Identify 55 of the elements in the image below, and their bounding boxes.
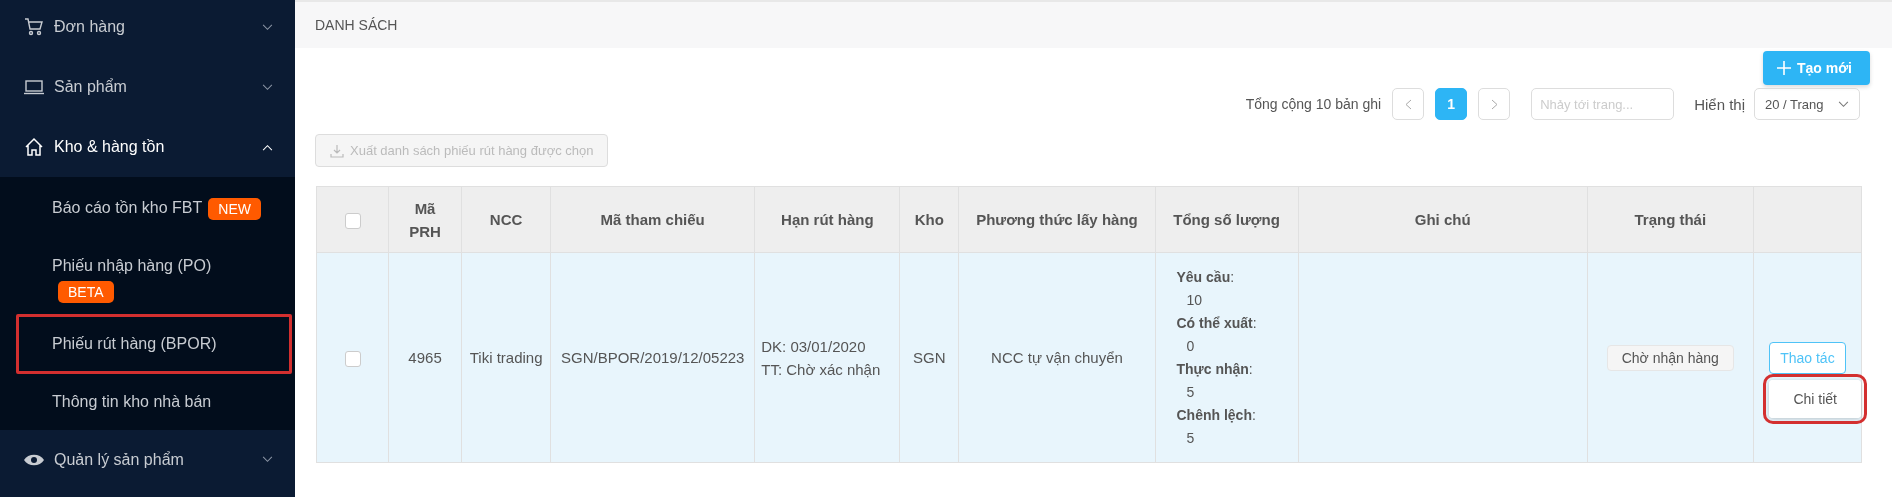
cart-icon [24, 17, 44, 37]
column-header: NCC [461, 186, 551, 253]
page-title: DANH SÁCH [315, 17, 398, 33]
laptop-icon [24, 77, 44, 97]
next-page-button[interactable] [1478, 88, 1511, 120]
table-cell: 4965 [388, 252, 462, 463]
sidebar-subitem[interactable]: Phiếu nhập hàng (PO) BETA [16, 239, 292, 314]
sidebar-subitem[interactable]: Phiếu rút hàng (BPOR) [16, 313, 292, 374]
chevron-left-icon [1404, 98, 1412, 110]
quantity-label: Thực nhận: [1176, 359, 1253, 379]
table-cell: NCC tự vận chuyển [958, 252, 1155, 463]
chevron-down-icon [262, 23, 273, 31]
chevron-down-icon [262, 83, 273, 91]
quantity-label: Có thể xuất: [1176, 313, 1257, 333]
column-header: Ghi chú [1298, 186, 1588, 253]
sidebar-item[interactable]: Kho & hàng tồn [0, 117, 295, 177]
chevron-up-icon [262, 143, 273, 151]
column-header: Hạn rút hàng [754, 186, 900, 253]
badge: BETA [58, 280, 114, 303]
sidebar-item[interactable]: Quản lý sản phẩm [0, 429, 295, 490]
column-header: Mã PRH [388, 186, 462, 253]
table-cell: SGN/BPOR/2019/12/05223 [550, 252, 755, 463]
quantity-label: Yêu cầu: [1176, 267, 1235, 287]
column-header: Phương thức lấy hàng [958, 186, 1155, 253]
checkbox[interactable] [344, 213, 361, 230]
chevron-down-icon [262, 456, 273, 464]
sidebar-subitem[interactable]: Báo cáo tồn kho FBT NEW [16, 177, 292, 240]
previous-page-button[interactable] [1392, 88, 1425, 120]
quantity-value: 5 [1185, 382, 1195, 402]
chevron-down-icon [1838, 100, 1849, 108]
column-header: Kho [899, 186, 959, 253]
table-cell: SGN [899, 252, 959, 463]
plus-icon [1776, 61, 1791, 75]
quantity-value: 0 [1185, 336, 1195, 356]
deadline-text: TT: Chờ xác nhận [761, 359, 882, 380]
sidebar-subitem[interactable]: Thông tin kho nhà bán [16, 373, 292, 430]
column-header: Trạng thái [1587, 186, 1754, 253]
column-header: Tổng số lượng [1155, 186, 1299, 253]
download-icon [330, 143, 344, 158]
badge: NEW [208, 197, 261, 220]
quantity-label: Chênh lệch: [1176, 405, 1256, 425]
checkbox[interactable] [344, 351, 361, 368]
status-tag: Chờ nhận hàng [1606, 344, 1734, 371]
deadline-text: DK: 03/01/2020 [761, 336, 867, 357]
quantity-value: 10 [1185, 290, 1203, 310]
quantity-value: 5 [1185, 428, 1195, 448]
page-size-label: Hiển thị [1694, 95, 1745, 113]
sidebar-item[interactable]: Đơn hàng [0, 0, 295, 57]
home-icon [24, 137, 44, 157]
sidebar-item[interactable]: Sản phẩm [0, 57, 295, 117]
chevron-right-icon [1490, 98, 1498, 110]
total-count: Tổng cộng 10 bản ghi [1245, 96, 1382, 112]
page-size-select[interactable]: 20 / Trang [1754, 88, 1860, 120]
table-cell: Tiki trading [461, 252, 551, 463]
column-header: Mã tham chiếu [550, 186, 755, 253]
